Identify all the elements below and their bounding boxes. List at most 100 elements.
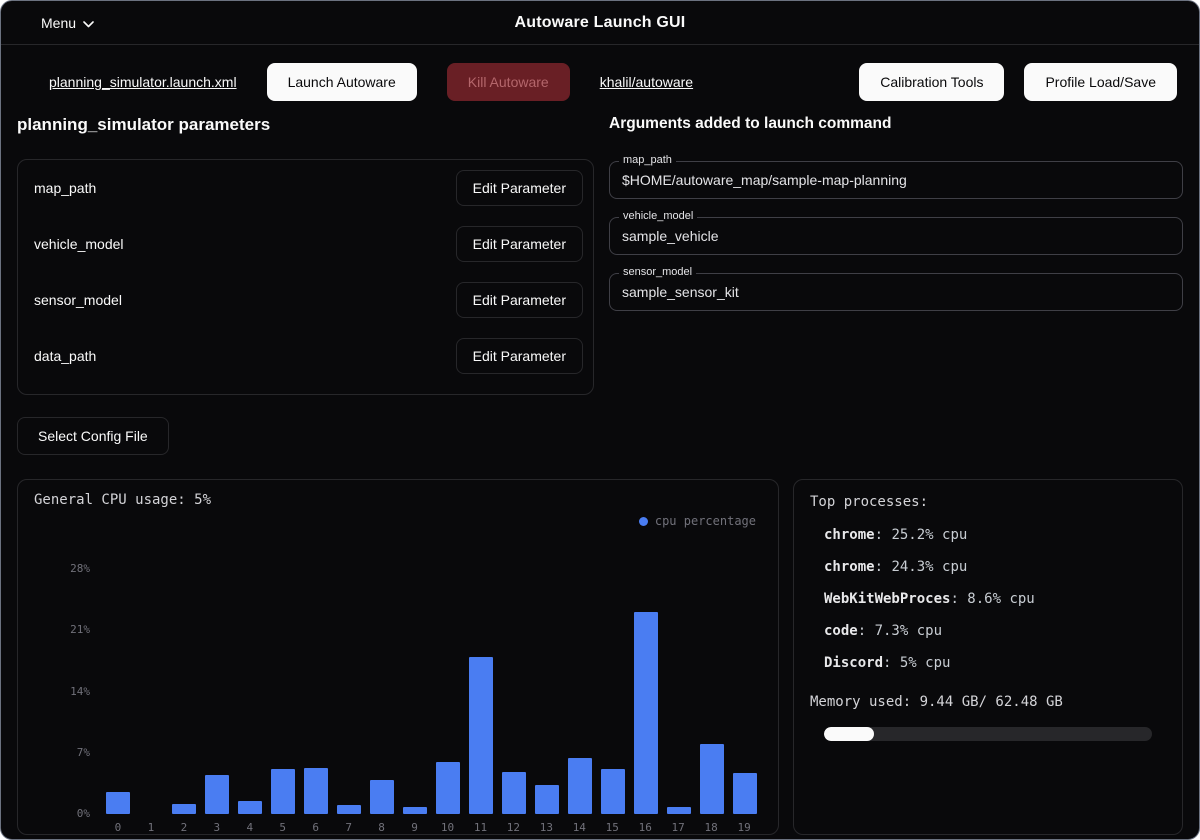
process-cpu: 7.3% cpu <box>875 623 942 639</box>
edit-parameter-button[interactable]: Edit Parameter <box>456 226 583 262</box>
parameters-list[interactable]: map_path Edit Parameter vehicle_model Ed… <box>17 159 594 395</box>
edit-parameter-button[interactable]: Edit Parameter <box>456 282 583 318</box>
map-path-field-label: map_path <box>619 154 676 166</box>
memory-used-label: Memory used: 9.44 GB/ 62.48 GB <box>810 694 1168 710</box>
cpu-bar <box>733 534 757 814</box>
process-cpu: 5% cpu <box>900 655 951 671</box>
kill-autoware-button[interactable]: Kill Autoware <box>447 63 570 101</box>
arguments-section: Arguments added to launch command map_pa… <box>609 115 1183 455</box>
calibration-tools-button[interactable]: Calibration Tools <box>859 63 1004 101</box>
cpu-x-tick: 7 <box>337 821 361 834</box>
edit-parameter-button[interactable]: Edit Parameter <box>456 338 583 374</box>
cpu-x-tick: 10 <box>436 821 460 834</box>
parameters-section: planning_simulator parameters map_path E… <box>17 115 594 455</box>
sensor-model-field[interactable]: sensor_model sample_sensor_kit <box>609 273 1183 311</box>
menu-button-label: Menu <box>41 15 76 31</box>
chevron-down-icon <box>83 15 94 31</box>
process-name: Discord <box>824 655 883 671</box>
top-menu-bar: Menu Autoware Launch GUI <box>1 1 1199 45</box>
edit-parameter-button[interactable]: Edit Parameter <box>456 394 583 395</box>
app-window: Menu Autoware Launch GUI planning_simula… <box>0 0 1200 840</box>
launch-file-link[interactable]: planning_simulator.launch.xml <box>49 74 237 90</box>
cpu-bar <box>502 534 526 814</box>
cpu-bar <box>139 534 163 814</box>
cpu-bar <box>667 534 691 814</box>
process-sep: : <box>883 655 900 671</box>
cpu-bar <box>370 534 394 814</box>
process-name: chrome <box>824 559 875 575</box>
cpu-bar <box>469 534 493 814</box>
parameter-name: sensor_model <box>34 292 122 308</box>
edit-parameter-button[interactable]: Edit Parameter <box>456 170 583 206</box>
cpu-bar <box>568 534 592 814</box>
parameter-row: vehicle_model Edit Parameter <box>18 216 593 272</box>
parameter-row: sensor_model Edit Parameter <box>18 272 593 328</box>
process-sep: : <box>875 559 892 575</box>
processes-title: Top processes: <box>810 494 1168 510</box>
process-cpu: 24.3% cpu <box>891 559 967 575</box>
parameter-name: map_path <box>34 180 96 196</box>
process-item: code: 7.3% cpu <box>824 622 1168 640</box>
parameter-name: data_path <box>34 348 96 364</box>
cpu-x-tick: 6 <box>304 821 328 834</box>
process-name: WebKitWebProces <box>824 591 950 607</box>
cpu-bar <box>337 534 361 814</box>
cpu-y-tick: 14% <box>32 685 90 699</box>
cpu-x-tick: 13 <box>534 821 558 834</box>
cpu-x-tick: 17 <box>666 821 690 834</box>
sensor-model-field-value: sample_sensor_kit <box>622 284 1170 300</box>
cpu-x-tick: 12 <box>501 821 525 834</box>
cpu-x-tick: 0 <box>106 821 130 834</box>
process-sep: : <box>950 591 967 607</box>
map-path-field[interactable]: map_path $HOME/autoware_map/sample-map-p… <box>609 161 1183 199</box>
cpu-x-tick: 2 <box>172 821 196 834</box>
parameters-heading: planning_simulator parameters <box>17 115 594 135</box>
vehicle-model-field[interactable]: vehicle_model sample_vehicle <box>609 217 1183 255</box>
profile-load-save-button[interactable]: Profile Load/Save <box>1024 63 1177 101</box>
cpu-bar <box>106 534 130 814</box>
repo-link[interactable]: khalil/autoware <box>600 74 693 90</box>
cpu-y-tick: 0% <box>32 807 90 821</box>
select-config-file-button[interactable]: Select Config File <box>17 417 169 455</box>
cpu-y-axis: 0%7%14%21%28% <box>32 534 90 814</box>
process-sep: : <box>875 527 892 543</box>
map-path-field-value: $HOME/autoware_map/sample-map-planning <box>622 172 1170 188</box>
cpu-x-tick: 15 <box>600 821 624 834</box>
memory-progress-fill <box>824 727 874 741</box>
launch-autoware-button[interactable]: Launch Autoware <box>267 63 417 101</box>
cpu-x-tick: 19 <box>732 821 756 834</box>
legend-dot-icon <box>639 517 648 526</box>
parameter-row: Edit Parameter <box>18 384 593 395</box>
process-item: chrome: 24.3% cpu <box>824 558 1168 576</box>
cpu-y-tick: 28% <box>32 562 90 576</box>
legend-label: cpu percentage <box>655 514 756 528</box>
cpu-x-tick: 11 <box>468 821 492 834</box>
cpu-x-axis: 012345678910111213141516171819 <box>106 821 756 834</box>
parameter-name: vehicle_model <box>34 236 124 252</box>
cpu-x-tick: 5 <box>271 821 295 834</box>
arguments-heading: Arguments added to launch command <box>609 115 1183 133</box>
cpu-y-tick: 21% <box>32 623 90 637</box>
cpu-bar <box>535 534 559 814</box>
cpu-x-tick: 9 <box>403 821 427 834</box>
toolbar-right-group: Calibration Tools Profile Load/Save <box>859 63 1177 101</box>
cpu-bar <box>304 534 328 814</box>
cpu-bar <box>601 534 625 814</box>
cpu-bar <box>634 534 658 814</box>
parameter-row: data_path Edit Parameter <box>18 328 593 384</box>
process-item: chrome: 25.2% cpu <box>824 526 1168 544</box>
cpu-x-tick: 3 <box>205 821 229 834</box>
cpu-x-tick: 4 <box>238 821 262 834</box>
menu-button[interactable]: Menu <box>35 14 100 32</box>
cpu-bar <box>403 534 427 814</box>
parameter-row: map_path Edit Parameter <box>18 160 593 216</box>
cpu-x-tick: 16 <box>633 821 657 834</box>
bottom-area: General CPU usage: 5% cpu percentage 0%7… <box>1 479 1199 835</box>
process-item: Discord: 5% cpu <box>824 654 1168 672</box>
process-cpu: 25.2% cpu <box>891 527 967 543</box>
process-item: WebKitWebProces: 8.6% cpu <box>824 590 1168 608</box>
app-title: Autoware Launch GUI <box>515 14 686 32</box>
cpu-x-tick: 18 <box>699 821 723 834</box>
cpu-x-tick: 8 <box>370 821 394 834</box>
chart-legend: cpu percentage <box>32 512 756 530</box>
